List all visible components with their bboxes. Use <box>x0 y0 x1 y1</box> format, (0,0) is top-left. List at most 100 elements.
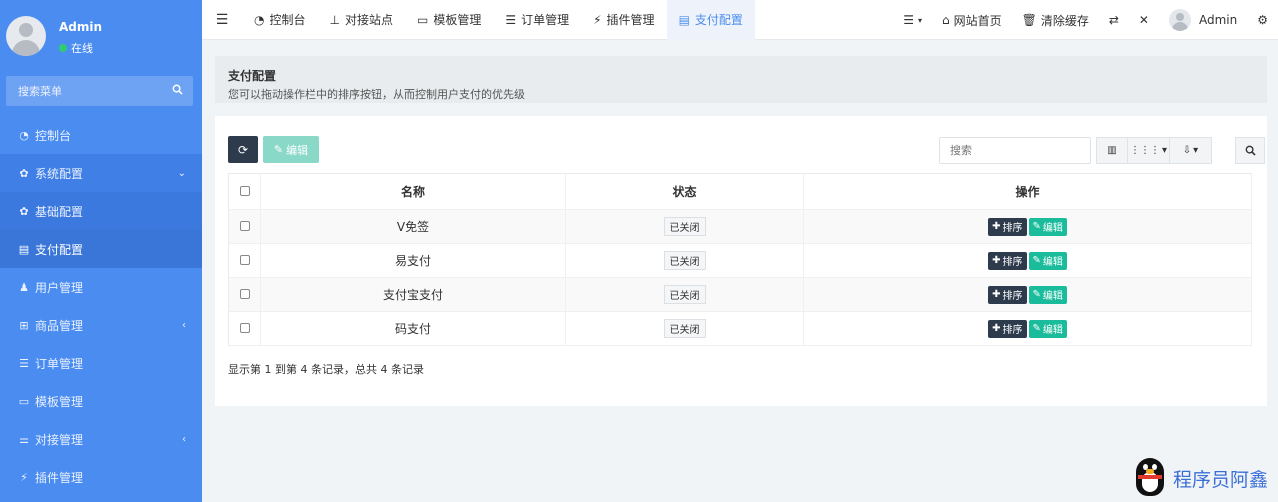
sidebar-item-label: 用户管理 <box>35 280 84 295</box>
sidebar-item-label: 基础配置 <box>35 204 84 219</box>
settings-button[interactable]: ⚙ <box>1247 0 1278 40</box>
row-name: V免签 <box>260 209 566 244</box>
sidebar-item-payment-config[interactable]: ▤ 支付配置 <box>0 230 202 268</box>
sidebar-search[interactable]: 搜索菜单 <box>6 76 193 106</box>
tab-label: 控制台 <box>269 13 306 27</box>
sidebar-item-goods[interactable]: ⊞ 商品管理 ‹ <box>0 306 202 344</box>
sort-button[interactable]: ✚ 排序 <box>988 217 1027 236</box>
tab-label: 支付配置 <box>694 13 743 27</box>
sliders-icon: ⚌ <box>19 432 29 446</box>
row-checkbox[interactable] <box>239 322 250 333</box>
sidebar-item-label: 订单管理 <box>35 356 84 371</box>
sidebar-item-docking[interactable]: ⚌ 对接管理 ‹ <box>0 420 202 458</box>
row-actions: ✚ 排序 ✎ 编辑 <box>803 311 1252 346</box>
list-icon: ☰ <box>903 13 914 27</box>
edit-button[interactable]: ✎ 编辑 <box>263 136 319 163</box>
row-edit-button[interactable]: ✎ 编辑 <box>1028 285 1067 304</box>
user-menu[interactable]: Admin <box>1159 0 1247 40</box>
refresh-button[interactable]: ⟳ <box>228 136 258 163</box>
search-icon <box>1245 145 1256 156</box>
header-name[interactable]: 名称 <box>260 173 566 210</box>
chevron-left-icon: ‹ <box>182 433 186 445</box>
tab-payment-config[interactable]: ▤ 支付配置 <box>666 0 755 40</box>
columns-dropdown-button[interactable]: ⋮⋮⋮ ▾ <box>1128 137 1170 164</box>
row-checkbox[interactable] <box>239 220 250 231</box>
sort-button[interactable]: ✚ 排序 <box>988 319 1027 338</box>
clear-cache-button[interactable]: 🗑 清除缓存 <box>1012 0 1099 40</box>
row-name: 码支付 <box>260 311 566 346</box>
table-icon: ▤ <box>18 242 30 256</box>
gears-icon: ⚙ <box>1257 13 1268 27</box>
export-dropdown-button[interactable]: ⇩ ▾ <box>1170 137 1212 164</box>
search-icon[interactable] <box>172 84 183 98</box>
language-icon: ⇄ <box>1108 13 1119 27</box>
sidebar-item-templates[interactable]: ▭ 模板管理 <box>0 382 202 420</box>
sidebar-item-basic-config[interactable]: ✿ 基础配置 <box>0 192 202 230</box>
tab-label: 模板管理 <box>433 13 482 27</box>
search-button[interactable] <box>1235 137 1265 164</box>
language-button[interactable]: ⇄ <box>1099 0 1129 40</box>
status-badge: 已关闭 <box>663 217 706 236</box>
grid-icon: ⋮⋮⋮ <box>1129 145 1160 156</box>
table-row: 易支付 已关闭 ✚ 排序 ✎ 编辑 <box>228 243 1252 278</box>
pencil-icon: ✎ <box>1032 289 1041 300</box>
tab-dashboard[interactable]: ◔ 控制台 <box>242 0 318 40</box>
row-edit-button[interactable]: ✎ 编辑 <box>1028 319 1067 338</box>
list-dropdown-button[interactable]: ☰ ▾ <box>893 0 932 40</box>
select-all-checkbox[interactable] <box>239 185 250 196</box>
tab-label: 对接站点 <box>344 13 393 27</box>
table-search-input[interactable] <box>939 137 1091 164</box>
tab-plugins[interactable]: ⚡ 插件管理 <box>581 0 666 40</box>
pencil-icon: ✎ <box>1032 255 1041 266</box>
table-icon: ▤ <box>678 12 690 27</box>
tab-label: 订单管理 <box>521 13 570 27</box>
move-icon: ✚ <box>992 289 1001 300</box>
pencil-icon: ✎ <box>1032 323 1041 334</box>
sidebar-item-dashboard[interactable]: ◔ 控制台 <box>0 116 202 154</box>
caret-down-icon: ▾ <box>1161 145 1168 156</box>
table-row: V免签 已关闭 ✚ 排序 ✎ 编辑 <box>228 209 1252 244</box>
sidebar-item-label: 商品管理 <box>35 318 84 333</box>
pencil-icon: ✎ <box>1032 221 1041 232</box>
template-icon: ▭ <box>18 394 30 408</box>
sort-button[interactable]: ✚ 排序 <box>988 285 1027 304</box>
avatar[interactable] <box>6 16 46 56</box>
menu-toggle-icon[interactable]: ☰ <box>202 12 242 28</box>
sort-label: 排序 <box>1002 325 1023 336</box>
row-status-cell: 已关闭 <box>565 243 804 278</box>
export-icon: ⇩ <box>1182 145 1192 156</box>
fullscreen-button[interactable]: ✕ <box>1129 0 1159 40</box>
edit-label: 编辑 <box>1042 291 1063 302</box>
user-name: Admin <box>59 20 103 34</box>
row-edit-button[interactable]: ✎ 编辑 <box>1028 217 1067 236</box>
columns-icon: ▥ <box>1107 145 1117 156</box>
sidebar-item-plugins[interactable]: ⚡ 插件管理 <box>0 458 202 496</box>
row-select-cell <box>228 243 261 278</box>
header-status[interactable]: 状态 <box>565 173 804 210</box>
list-icon: ☰ <box>19 356 29 370</box>
pagination-summary: 显示第 1 到第 4 条记录，总共 4 条记录 <box>228 363 424 376</box>
trash-icon: 🗑 <box>1021 13 1037 27</box>
toggle-view-button[interactable]: ▥ <box>1096 137 1128 164</box>
row-actions: ✚ 排序 ✎ 编辑 <box>803 277 1252 312</box>
row-select-cell <box>228 311 261 346</box>
tab-docking-sites[interactable]: ⊥ 对接站点 <box>318 0 405 40</box>
sidebar-menu: ◔ 控制台 ✿ 系统配置 ⌄ ✿ 基础配置 ▤ 支付配置 ♟ 用户管理 ⊞ 商品… <box>0 116 202 496</box>
sidebar-item-label: 插件管理 <box>35 470 84 485</box>
tab-templates[interactable]: ▭ 模板管理 <box>405 0 493 40</box>
home-icon: ⌂ <box>941 13 950 27</box>
row-edit-button[interactable]: ✎ 编辑 <box>1028 251 1067 270</box>
sort-label: 排序 <box>1002 257 1023 268</box>
sort-button[interactable]: ✚ 排序 <box>988 251 1027 270</box>
row-checkbox[interactable] <box>239 254 250 265</box>
tab-orders[interactable]: ☰ 订单管理 <box>493 0 581 40</box>
fullscreen-icon: ✕ <box>1138 13 1149 27</box>
site-home-link[interactable]: ⌂ 网站首页 <box>932 0 1012 40</box>
sidebar-item-orders[interactable]: ☰ 订单管理 <box>0 344 202 382</box>
row-checkbox[interactable] <box>239 288 250 299</box>
sort-label: 排序 <box>1002 223 1023 234</box>
row-actions: ✚ 排序 ✎ 编辑 <box>803 209 1252 244</box>
sidebar-item-users[interactable]: ♟ 用户管理 <box>0 268 202 306</box>
sidebar-item-system-config[interactable]: ✿ 系统配置 ⌄ <box>0 154 202 192</box>
edit-label: 编辑 <box>1042 325 1063 336</box>
